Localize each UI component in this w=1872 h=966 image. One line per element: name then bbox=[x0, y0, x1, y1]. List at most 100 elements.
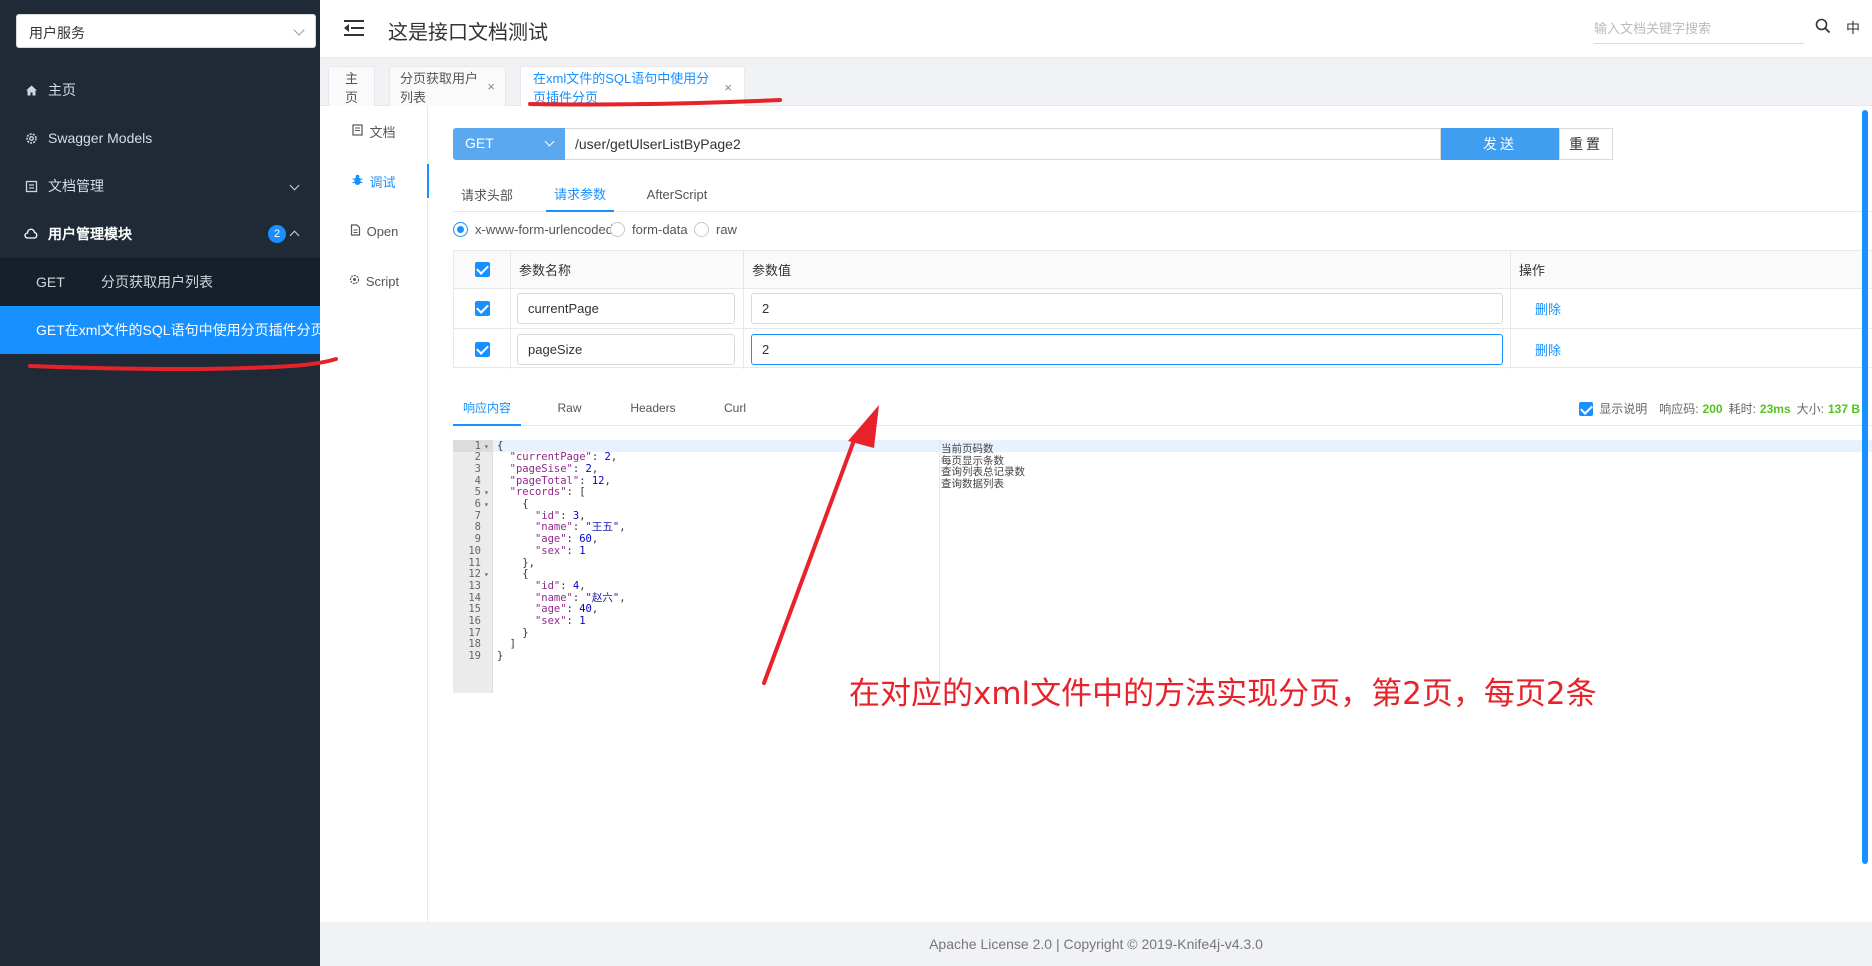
method-select[interactable]: GET bbox=[453, 128, 565, 160]
status-code: 200 bbox=[1702, 401, 1723, 416]
table-row: 删除 bbox=[454, 289, 1872, 329]
annotation-text: 在对应的xml文件中的方法实现分页，第2页，每页2条 bbox=[849, 676, 1597, 712]
radio-form-data[interactable]: form-data bbox=[610, 222, 688, 237]
service-select[interactable]: 用户服务 bbox=[16, 14, 316, 48]
method-value: GET bbox=[465, 135, 494, 151]
fold-caret-icon[interactable]: ▾ bbox=[484, 441, 489, 453]
search-input[interactable] bbox=[1594, 14, 1804, 42]
page-tabs: 主页 分页获取用户列表 × 在xml文件的SQL语句中使用分页插件分页 × bbox=[320, 58, 1872, 107]
line-number: 10 bbox=[468, 544, 481, 557]
field-description: 查询数据列表 bbox=[941, 478, 1004, 491]
home-icon bbox=[24, 83, 38, 97]
col-header-value: 参数值 bbox=[744, 251, 1511, 288]
sidebar: 用户服务 主页 Swagger Models 文档管理 用户管理模块 2 GET… bbox=[0, 0, 320, 966]
fold-caret-icon[interactable]: ▾ bbox=[484, 499, 489, 511]
bug-icon bbox=[352, 174, 363, 189]
tab-response-curl[interactable]: Curl bbox=[717, 390, 753, 426]
service-select-value: 用户服务 bbox=[29, 25, 85, 41]
tab-response-raw[interactable]: Raw bbox=[546, 390, 593, 426]
line-number: 19 bbox=[468, 650, 481, 663]
file-icon bbox=[350, 223, 361, 239]
radio-raw[interactable]: raw bbox=[694, 222, 737, 237]
select-all-cell bbox=[454, 251, 511, 288]
sidebar-item-label: Swagger Models bbox=[48, 130, 153, 146]
url-input[interactable] bbox=[565, 128, 1441, 160]
response-size: 137 B bbox=[1827, 401, 1860, 416]
radio-urlencoded[interactable]: x-www-form-urlencoded bbox=[453, 222, 613, 237]
sidebar-item-user-module[interactable]: 用户管理模块 2 bbox=[0, 210, 320, 258]
tab-label: Script bbox=[365, 273, 400, 289]
sidebar-api-item-active[interactable]: GET 在xml文件的SQL语句中使用分页插件分页 bbox=[0, 306, 320, 354]
tab-user-list[interactable]: 分页获取用户列表 × bbox=[389, 66, 506, 106]
line-number: 3 bbox=[474, 462, 481, 475]
value-cell bbox=[744, 289, 1511, 328]
tab-afterscript[interactable]: AfterScript bbox=[639, 176, 715, 212]
sidebar-item-home[interactable]: 主页 bbox=[0, 66, 320, 114]
fold-caret-icon[interactable]: ▾ bbox=[484, 569, 489, 581]
sidebar-item-label: 文档管理 bbox=[48, 178, 104, 194]
tab-open[interactable]: Open bbox=[320, 206, 428, 256]
api-label: 分页获取用户列表 bbox=[101, 274, 213, 290]
sidebar-item-label: 主页 bbox=[48, 82, 76, 98]
size-label: 大小: bbox=[1796, 402, 1824, 416]
code-text: { bbox=[497, 498, 529, 510]
code-label: 响应码: bbox=[1659, 402, 1699, 416]
chevron-down-icon bbox=[544, 136, 555, 147]
http-method: GET bbox=[36, 274, 65, 290]
send-button[interactable]: 发送 bbox=[1441, 128, 1559, 160]
count-badge: 2 bbox=[268, 225, 286, 243]
delete-link[interactable]: 删除 bbox=[1535, 340, 1561, 359]
response-tabs: 响应内容 Raw Headers Curl 显示说明 响应码: 200 耗时: … bbox=[453, 390, 1872, 426]
param-value-input[interactable] bbox=[751, 333, 1503, 365]
tab-label: 文档 bbox=[369, 124, 396, 140]
left-tab-bar: 文档 调试 Open Script bbox=[320, 106, 429, 922]
menu-fold-icon[interactable] bbox=[344, 19, 364, 37]
scrollbar-thumb[interactable] bbox=[1862, 110, 1868, 864]
search-icon[interactable] bbox=[1815, 18, 1831, 34]
show-desc-label: 显示说明 bbox=[1599, 402, 1648, 416]
close-icon[interactable]: × bbox=[487, 79, 495, 94]
language-toggle[interactable]: 中 bbox=[1846, 18, 1860, 38]
scrollbar[interactable] bbox=[1862, 108, 1868, 920]
sidebar-item-swagger-models[interactable]: Swagger Models bbox=[0, 114, 320, 162]
action-cell: 删除 bbox=[1511, 329, 1872, 369]
tab-response-headers[interactable]: Headers bbox=[625, 390, 681, 426]
row-check-cell bbox=[454, 329, 511, 369]
response-editor[interactable]: 1 ▾{2 "currentPage": 2, 3 "pageSise": 2, 4 … bbox=[453, 440, 1872, 693]
script-icon bbox=[349, 274, 360, 288]
tab-debug[interactable]: 调试 bbox=[320, 156, 429, 206]
radio-label: raw bbox=[716, 222, 737, 237]
http-method: GET bbox=[36, 322, 65, 338]
param-value-input[interactable] bbox=[751, 293, 1503, 324]
doc-manage-icon bbox=[24, 179, 38, 193]
row-checkbox[interactable] bbox=[474, 341, 490, 357]
response-time: 23ms bbox=[1759, 401, 1791, 416]
tab-home[interactable]: 主页 bbox=[328, 66, 375, 106]
table-header-row: 参数名称 参数值 操作 bbox=[454, 251, 1872, 289]
select-all-checkbox[interactable] bbox=[474, 262, 490, 277]
tab-active-api[interactable]: 在xml文件的SQL语句中使用分页插件分页 × bbox=[520, 66, 745, 107]
tab-response-content[interactable]: 响应内容 bbox=[453, 390, 521, 426]
fold-caret-icon[interactable]: ▾ bbox=[484, 487, 489, 499]
code-area: 1 ▾{2 "currentPage": 2, 3 "pageSise": 2, 4 … bbox=[453, 440, 1872, 693]
params-table: 参数名称 参数值 操作 删除 bbox=[453, 250, 1872, 369]
sidebar-item-doc-management[interactable]: 文档管理 bbox=[0, 162, 320, 210]
tab-request-headers[interactable]: 请求头部 bbox=[453, 176, 521, 212]
gear-icon bbox=[24, 131, 38, 145]
tab-script[interactable]: Script bbox=[320, 256, 428, 306]
show-desc-checkbox[interactable] bbox=[1579, 401, 1594, 416]
row-checkbox[interactable] bbox=[474, 301, 490, 316]
sidebar-api-item[interactable]: GET 分页获取用户列表 bbox=[0, 258, 320, 306]
close-icon[interactable]: × bbox=[724, 80, 732, 95]
param-name-input[interactable] bbox=[517, 293, 735, 324]
delete-link[interactable]: 删除 bbox=[1535, 299, 1561, 318]
tab-request-params[interactable]: 请求参数 bbox=[546, 176, 614, 212]
radio-dot bbox=[610, 222, 625, 237]
radio-label: form-data bbox=[632, 222, 688, 237]
doc-icon bbox=[352, 123, 364, 139]
param-name-input[interactable] bbox=[517, 333, 735, 365]
tab-doc[interactable]: 文档 bbox=[320, 106, 428, 156]
footer: Apache License 2.0 | Copyright © 2019-Kn… bbox=[320, 922, 1872, 966]
request-tabs: 请求头部 请求参数 AfterScript bbox=[453, 176, 1872, 212]
reset-button[interactable]: 重置 bbox=[1559, 128, 1613, 160]
